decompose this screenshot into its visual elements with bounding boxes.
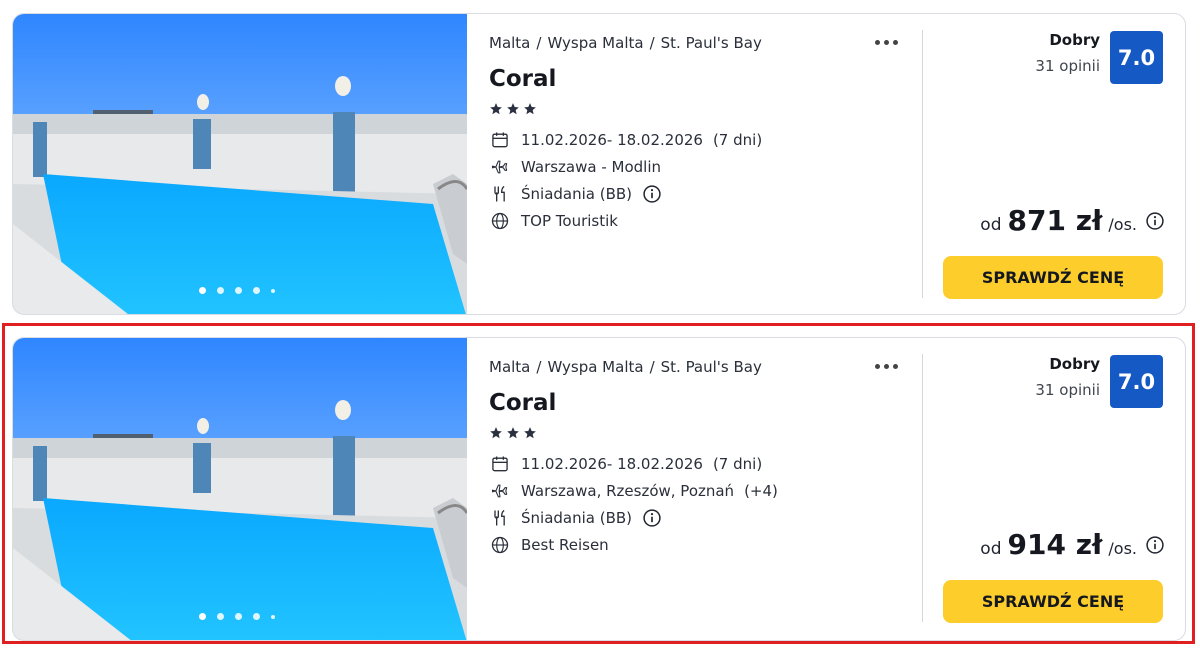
departure-row: Warszawa, Rzeszów, Poznań (+4) <box>489 477 909 504</box>
price-prefix: od <box>980 539 1002 559</box>
travel-dates: 11.02.2026- 18.02.2026 <box>521 130 703 149</box>
review-count[interactable]: 31 opinii <box>1035 381 1100 399</box>
board-type: Śniadania (BB) <box>521 508 633 527</box>
tour-operator: TOP Touristik <box>521 211 618 230</box>
board-row: Śniadania (BB) <box>489 504 909 531</box>
plane-icon <box>489 156 511 178</box>
hotel-photo[interactable] <box>13 14 467 314</box>
hotel-photo[interactable] <box>13 338 467 640</box>
rating-score-badge: 7.0 <box>1110 355 1163 408</box>
rating-block[interactable]: Dobry 31 opinii 7.0 <box>1035 31 1163 84</box>
globe-icon <box>489 210 511 232</box>
breadcrumb-separator: / <box>536 34 542 52</box>
rating-score-badge: 7.0 <box>1110 31 1163 84</box>
breadcrumb-region[interactable]: Wyspa Malta <box>547 34 643 52</box>
carousel-dot[interactable] <box>217 287 224 294</box>
price-block: od 871 zł /os. <box>980 204 1165 237</box>
cutlery-icon <box>489 183 511 205</box>
breadcrumb-separator: / <box>649 34 655 52</box>
pool-image <box>13 338 467 640</box>
pool-image <box>13 14 467 314</box>
location-breadcrumb: Malta / Wyspa Malta / St. Paul's Bay <box>489 358 909 376</box>
star-icon <box>489 102 503 116</box>
breadcrumb-region[interactable]: Wyspa Malta <box>547 358 643 376</box>
hotel-stars <box>489 102 909 116</box>
price-suffix: /os. <box>1108 539 1137 558</box>
breadcrumb-city[interactable]: St. Paul's Bay <box>661 34 762 52</box>
info-icon[interactable] <box>642 184 662 204</box>
review-count[interactable]: 31 opinii <box>1035 57 1100 75</box>
column-divider <box>922 30 923 298</box>
tour-operator: Best Reisen <box>521 535 609 554</box>
departure-airports: Warszawa - Modlin <box>521 157 662 176</box>
star-icon <box>489 426 503 440</box>
carousel-dot[interactable] <box>253 287 260 294</box>
offer-info: Malta / Wyspa Malta / St. Paul's Bay Cor… <box>489 358 909 558</box>
offer-card[interactable]: Malta / Wyspa Malta / St. Paul's Bay Cor… <box>12 337 1186 641</box>
travel-dates: 11.02.2026- 18.02.2026 <box>521 454 703 473</box>
price-suffix: /os. <box>1108 215 1137 234</box>
location-breadcrumb: Malta / Wyspa Malta / St. Paul's Bay <box>489 34 909 52</box>
star-icon <box>523 426 537 440</box>
breadcrumb-separator: / <box>649 358 655 376</box>
more-airports-count[interactable]: (+4) <box>744 482 778 500</box>
check-price-button[interactable]: SPRAWDŹ CENĘ <box>943 256 1163 299</box>
photo-carousel-dots[interactable] <box>199 287 275 294</box>
hotel-name[interactable]: Coral <box>489 390 909 416</box>
breadcrumb-city[interactable]: St. Paul's Bay <box>661 358 762 376</box>
carousel-dot[interactable] <box>235 613 242 620</box>
cutlery-icon <box>489 507 511 529</box>
star-icon <box>506 426 520 440</box>
more-options-icon[interactable] <box>871 36 902 49</box>
dates-row: 11.02.2026- 18.02.2026 (7 dni) <box>489 126 909 153</box>
calendar-icon <box>489 129 511 151</box>
star-icon <box>523 102 537 116</box>
operator-row: TOP Touristik <box>489 207 909 234</box>
carousel-dot[interactable] <box>271 614 275 619</box>
trip-duration: (7 dni) <box>712 130 763 149</box>
breadcrumb-country[interactable]: Malta <box>489 34 530 52</box>
hotel-stars <box>489 426 909 440</box>
price-block: od 914 zł /os. <box>980 528 1165 561</box>
rating-label: Dobry <box>1049 31 1100 49</box>
departure-airports: Warszawa, Rzeszów, Poznań <box>521 481 735 500</box>
board-type: Śniadania (BB) <box>521 184 633 203</box>
carousel-dot[interactable] <box>253 613 260 620</box>
favorite-heart-icon[interactable] <box>413 356 447 390</box>
operator-row: Best Reisen <box>489 531 909 558</box>
carousel-dot[interactable] <box>235 287 242 294</box>
favorite-heart-icon[interactable] <box>413 32 447 66</box>
carousel-dot[interactable] <box>199 287 206 294</box>
price-info-icon[interactable] <box>1145 211 1165 231</box>
price-info-icon[interactable] <box>1145 535 1165 555</box>
price-prefix: od <box>980 215 1002 235</box>
carousel-dot[interactable] <box>217 613 224 620</box>
check-price-button[interactable]: SPRAWDŹ CENĘ <box>943 580 1163 623</box>
dates-row: 11.02.2026- 18.02.2026 (7 dni) <box>489 450 909 477</box>
trip-duration: (7 dni) <box>712 454 763 473</box>
breadcrumb-separator: / <box>536 358 542 376</box>
board-row: Śniadania (BB) <box>489 180 909 207</box>
breadcrumb-country[interactable]: Malta <box>489 358 530 376</box>
rating-block[interactable]: Dobry 31 opinii 7.0 <box>1035 355 1163 408</box>
rating-label: Dobry <box>1049 355 1100 373</box>
offer-card[interactable]: Malta / Wyspa Malta / St. Paul's Bay Cor… <box>12 13 1186 315</box>
star-icon <box>506 102 520 116</box>
carousel-dot[interactable] <box>271 288 275 293</box>
carousel-dot[interactable] <box>199 613 206 620</box>
departure-row: Warszawa - Modlin <box>489 153 909 180</box>
calendar-icon <box>489 453 511 475</box>
more-options-icon[interactable] <box>871 360 902 373</box>
offer-info: Malta / Wyspa Malta / St. Paul's Bay Cor… <box>489 34 909 234</box>
plane-icon <box>489 480 511 502</box>
globe-icon <box>489 534 511 556</box>
hotel-name[interactable]: Coral <box>489 66 909 92</box>
price-amount: 914 zł <box>1007 528 1103 561</box>
price-amount: 871 zł <box>1007 204 1103 237</box>
column-divider <box>922 354 923 622</box>
photo-carousel-dots[interactable] <box>199 613 275 620</box>
info-icon[interactable] <box>642 508 662 528</box>
